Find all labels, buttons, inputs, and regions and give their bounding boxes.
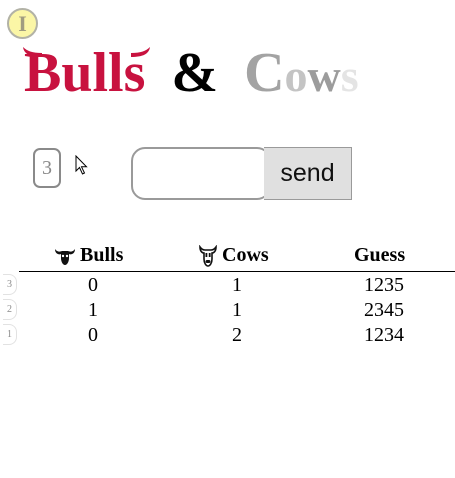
- title-bulls-word: Bulls: [23, 38, 151, 108]
- header-guess: Guess: [354, 244, 405, 267]
- row-bulls: 0: [88, 274, 98, 296]
- row-number: 2: [3, 299, 17, 320]
- info-badge[interactable]: I: [7, 8, 38, 39]
- row-cows: 1: [232, 274, 242, 296]
- table-row: 3 0 1 1235: [3, 272, 455, 297]
- row-number: 1: [3, 324, 17, 345]
- row-bulls: 0: [88, 324, 98, 346]
- header-guess-label: Guess: [354, 244, 406, 266]
- title-cows-letter: s: [340, 50, 359, 101]
- header-bulls-label: Bulls: [80, 244, 124, 266]
- title-cows-letter: C: [244, 42, 285, 104]
- row-guess: 1235: [364, 274, 404, 296]
- mouse-pointer-icon: [75, 155, 88, 175]
- guess-input[interactable]: [131, 147, 271, 200]
- results-table: Bulls Cows Guess 3 0 1 1235 2 1 1 2345 1…: [3, 240, 455, 347]
- game-title: Bulls & Cows: [23, 38, 359, 108]
- title-cows-letter: o: [284, 50, 308, 101]
- send-button[interactable]: send: [264, 147, 352, 200]
- row-guess: 2345: [364, 299, 404, 321]
- row-number: 3: [3, 274, 17, 295]
- table-row: 2 1 1 2345: [3, 297, 455, 322]
- cow-head-icon: [199, 244, 217, 267]
- title-ampersand: &: [171, 42, 219, 104]
- bull-head-icon: [55, 248, 75, 265]
- row-cows: 1: [232, 299, 242, 321]
- header-bulls: Bulls: [53, 244, 123, 267]
- title-cows-letter: w: [307, 50, 341, 101]
- row-guess: 1234: [364, 324, 404, 346]
- horn-icon: [131, 47, 151, 57]
- attempt-counter: 3: [33, 148, 61, 188]
- results-header: Bulls Cows Guess: [19, 240, 455, 272]
- header-cows: Cows: [197, 244, 269, 267]
- row-cows: 2: [232, 324, 242, 346]
- row-bulls: 1: [88, 299, 98, 321]
- horn-icon: [23, 47, 42, 57]
- table-row: 1 0 2 1234: [3, 322, 455, 347]
- header-cows-label: Cows: [222, 244, 269, 266]
